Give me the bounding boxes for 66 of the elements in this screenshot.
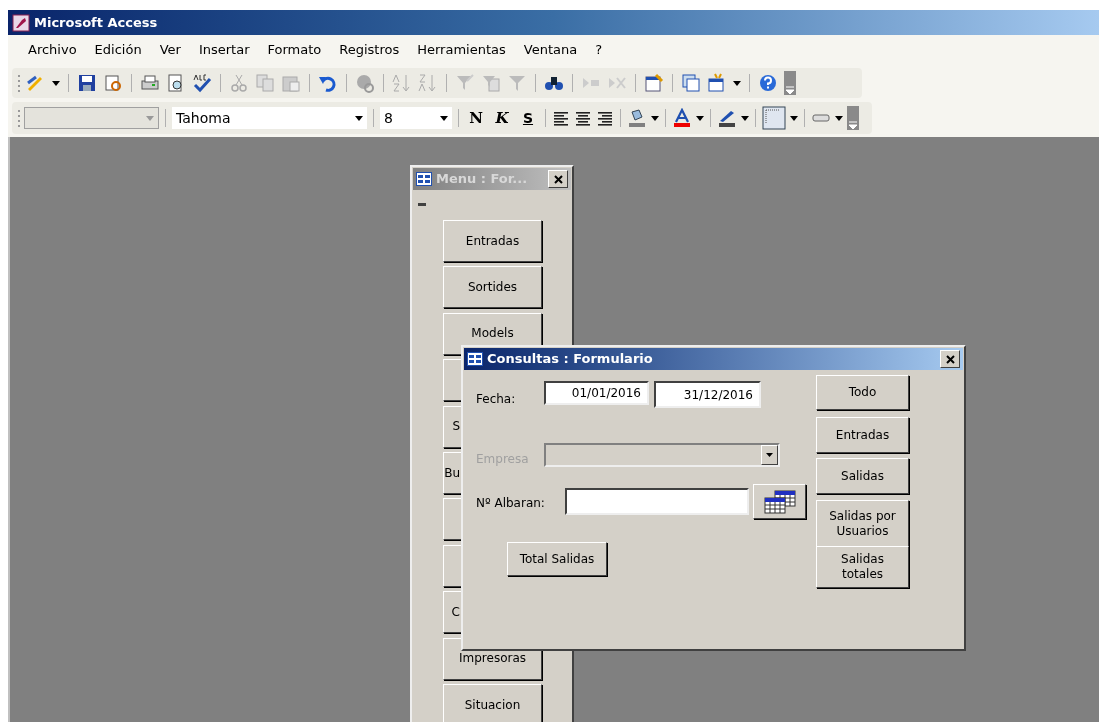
menu-item[interactable]: Herramientas — [415, 40, 508, 60]
menu-item[interactable]: Formato — [265, 40, 324, 60]
date-field[interactable]: 01/01/2016 — [544, 381, 649, 405]
caret-icon[interactable] — [733, 80, 741, 86]
query-button[interactable]: Salidas por Usuarios — [816, 500, 909, 547]
table-button[interactable] — [753, 484, 806, 519]
total-salidas-button[interactable]: Total Salidas — [507, 542, 607, 576]
font-color-icon[interactable] — [672, 108, 692, 128]
menu-item[interactable]: Ver — [157, 40, 183, 60]
form-title: Menu : For... — [436, 170, 529, 189]
menu-item[interactable]: Registros — [337, 40, 402, 60]
form-icon — [467, 352, 483, 366]
caret-icon[interactable] — [696, 115, 704, 121]
database-window-icon[interactable] — [681, 73, 701, 93]
record-selector — [418, 203, 426, 206]
menu-button[interactable]: Sortides — [443, 266, 542, 309]
caret-icon — [146, 115, 154, 121]
menu-button[interactable]: Entradas — [443, 220, 542, 262]
menu-button[interactable]: Situacion — [443, 684, 542, 722]
font-size-dropdown[interactable]: 8 — [380, 107, 452, 129]
query-button[interactable]: Salidas — [816, 458, 909, 494]
align-left-icon[interactable] — [552, 109, 570, 127]
field-label: Nº Albaran: — [476, 495, 545, 512]
new-object-icon[interactable] — [707, 73, 727, 93]
query-button[interactable]: Todo — [816, 375, 909, 410]
line-color-icon[interactable] — [717, 108, 737, 128]
toolbar-options-icon[interactable] — [784, 71, 796, 95]
fill-color-icon[interactable] — [627, 108, 647, 128]
spelling-icon[interactable] — [192, 73, 212, 93]
bold-button[interactable]: N — [465, 106, 487, 130]
close-icon — [553, 174, 563, 184]
caret-icon[interactable] — [835, 115, 843, 121]
close-button[interactable] — [548, 170, 568, 188]
underline-button[interactable]: S — [517, 107, 539, 129]
query-button[interactable]: Entradas — [816, 417, 909, 453]
properties-icon[interactable] — [644, 73, 664, 93]
table-icon — [763, 489, 796, 514]
query-button[interactable]: Salidas totales — [816, 546, 909, 588]
menu-item[interactable]: ? — [593, 40, 605, 60]
menu-item[interactable]: Ventana — [521, 40, 580, 60]
close-icon — [945, 354, 955, 364]
caret-icon[interactable] — [440, 115, 448, 121]
app-icon — [12, 13, 30, 32]
company-dropdown[interactable] — [544, 443, 780, 467]
caret-icon[interactable] — [52, 80, 60, 86]
menu-item[interactable]: Insertar — [196, 40, 252, 60]
window-title: Microsoft Access — [34, 13, 158, 32]
field-label: Fecha: — [476, 391, 516, 408]
delivery-note-field[interactable] — [565, 488, 749, 515]
save-icon[interactable] — [77, 73, 97, 93]
caret-icon[interactable] — [741, 115, 749, 121]
menu-item[interactable]: Edición — [92, 40, 144, 60]
caret-icon[interactable] — [355, 115, 363, 121]
caret-icon[interactable] — [790, 115, 798, 121]
caret-icon — [766, 453, 773, 457]
date-field[interactable]: 31/12/2016 — [654, 381, 761, 408]
help-icon[interactable] — [758, 73, 778, 93]
font-dropdown[interactable]: Tahoma — [172, 107, 367, 129]
italic-button[interactable]: K — [491, 106, 513, 130]
align-center-icon[interactable] — [574, 109, 592, 127]
close-button[interactable] — [940, 350, 960, 368]
align-right-icon[interactable] — [596, 109, 614, 127]
menu-item[interactable]: Archivo — [26, 40, 79, 60]
caret-icon[interactable] — [651, 115, 659, 121]
form-icon — [416, 172, 432, 186]
print-icon[interactable] — [140, 73, 160, 93]
